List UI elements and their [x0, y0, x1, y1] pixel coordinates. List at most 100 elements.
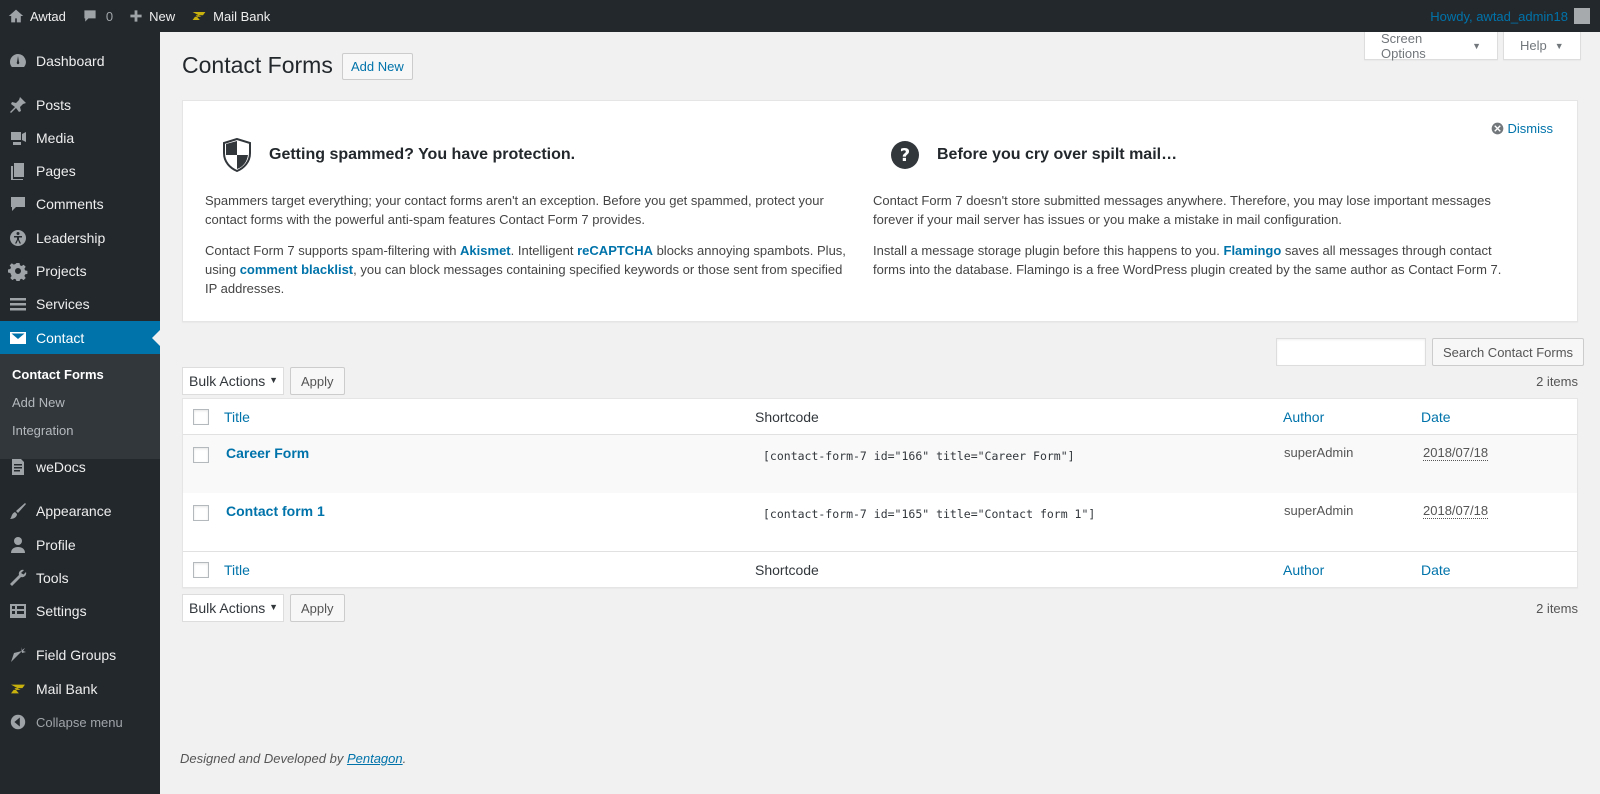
email-icon [10, 332, 26, 344]
select-all-checkbox[interactable] [193, 409, 209, 425]
table-row: Career Form [contact-form-7 id="166" tit… [183, 435, 1577, 493]
form-title-link[interactable]: Career Form [226, 445, 309, 461]
shield-icon [223, 138, 251, 172]
date-column-header[interactable]: Date [1421, 409, 1451, 425]
brush-icon [10, 503, 26, 519]
sidebar-item-label: Collapse menu [36, 714, 123, 730]
add-new-button[interactable]: Add New [342, 53, 413, 80]
search-contact-forms-button[interactable]: Search Contact Forms [1432, 338, 1585, 366]
title-column-header[interactable]: Title [224, 409, 250, 425]
author-column-header[interactable]: Author [1283, 562, 1324, 578]
date-column-header[interactable]: Date [1421, 562, 1451, 578]
help-label: Help [1520, 38, 1547, 53]
gear-icon [8, 263, 28, 281]
dismiss-label: Dismiss [1507, 121, 1554, 136]
sidebar-item-pages[interactable]: Pages [0, 154, 160, 188]
help-button[interactable]: Help ▼ [1503, 32, 1581, 60]
pentagon-link[interactable]: Pentagon [347, 751, 403, 766]
site-name-link[interactable]: Awtad [0, 0, 74, 32]
mail-bank-link[interactable]: Mail Bank [183, 0, 278, 32]
sidebar-item-leadership[interactable]: Leadership [0, 221, 160, 255]
text-fragment: Contact Form 7 supports spam-filtering w… [205, 243, 461, 258]
search-input[interactable] [1276, 338, 1426, 366]
caret-down-icon: ▼ [269, 375, 278, 385]
sidebar-item-profile[interactable]: Profile [0, 528, 160, 562]
items-count: 2 items [1536, 600, 1578, 616]
spam-protection-column: Getting spammed? You have protection. Sp… [205, 135, 855, 310]
row-checkbox[interactable] [193, 447, 209, 463]
dashboard-icon [10, 54, 26, 67]
mailbank-icon [192, 12, 206, 20]
sidebar-item-label: Services [36, 296, 90, 312]
sidebar-item-services[interactable]: Services [0, 287, 160, 321]
sidebar-item-projects[interactable]: Projects [0, 254, 160, 288]
admin-sidebar: Dashboard Posts Media Pages Comments Lea… [0, 32, 160, 794]
my-account-link[interactable]: Howdy, awtad_admin18 [1430, 0, 1590, 32]
footer-text: Designed and Developed by [180, 751, 347, 766]
flamingo-link[interactable]: Flamingo [1224, 243, 1282, 258]
sidebar-item-contact[interactable]: Contact [0, 321, 160, 355]
user-icon [11, 537, 25, 553]
sidebar-item-field-groups[interactable]: Field Groups [0, 638, 160, 672]
sidebar-item-label: Dashboard [36, 53, 105, 69]
title-column-header[interactable]: Title [224, 562, 250, 578]
apply-button[interactable]: Apply [290, 367, 345, 395]
text-fragment: . Intelligent [510, 243, 578, 258]
home-icon [8, 9, 24, 23]
contact-submenu: Contact Forms Add New Integration [0, 354, 160, 459]
sidebar-item-settings[interactable]: Settings [0, 594, 160, 628]
sidebar-item-label: Settings [36, 603, 87, 619]
table-header-row: Title Shortcode Author Date [183, 399, 1577, 435]
form-title-link[interactable]: Contact form 1 [226, 503, 325, 519]
items-count: 2 items [1536, 373, 1578, 389]
recaptcha-link[interactable]: reCAPTCHA [577, 243, 653, 258]
media-icon [11, 132, 26, 145]
sidebar-item-mail-bank[interactable]: Mail Bank [0, 672, 160, 706]
bulk-actions-select[interactable]: Bulk Actions ▼ [182, 594, 284, 622]
new-content-link[interactable]: New [121, 0, 183, 32]
sidebar-item-tools[interactable]: Tools [0, 561, 160, 595]
sidebar-item-dashboard[interactable]: Dashboard [0, 44, 160, 78]
mail-bank-label: Mail Bank [213, 8, 271, 24]
sidebar-item-label: Media [36, 130, 75, 146]
sidebar-item-media[interactable]: Media [0, 121, 160, 155]
submenu-item-add-new[interactable]: Add New [0, 389, 160, 417]
dismiss-button[interactable]: Dismiss [1491, 121, 1554, 136]
main-content: Screen Options ▼ Help ▼ Contact Forms Ad… [160, 30, 1600, 794]
comment-icon [11, 197, 25, 211]
caret-down-icon: ▼ [1554, 40, 1564, 51]
sidebar-item-posts[interactable]: Posts [0, 88, 160, 122]
shortcode-column-header: Shortcode [755, 409, 819, 425]
comments-link[interactable]: 0 [74, 0, 121, 32]
submenu-item-contact-forms[interactable]: Contact Forms [0, 361, 160, 389]
sidebar-item-label: Field Groups [36, 647, 117, 663]
sidebar-item-wedocs[interactable]: weDocs [0, 450, 160, 484]
submenu-item-integration[interactable]: Integration [0, 417, 160, 445]
row-checkbox[interactable] [193, 505, 209, 521]
sidebar-item-label: Contact [36, 330, 85, 346]
collapse-menu-button[interactable]: Collapse menu [0, 705, 160, 739]
akismet-link[interactable]: Akismet [460, 243, 511, 258]
sidebar-item-comments[interactable]: Comments [0, 187, 160, 221]
sidebar-item-label: Appearance [36, 503, 112, 519]
comment-blacklist-link[interactable]: comment blacklist [240, 262, 353, 277]
sidebar-item-label: Projects [36, 263, 87, 279]
text-fragment: Install a message storage plugin before … [873, 243, 1224, 258]
screen-options-button[interactable]: Screen Options ▼ [1364, 30, 1498, 61]
author-column-header[interactable]: Author [1283, 409, 1324, 425]
spilt-mail-paragraph-2: Install a message storage plugin before … [873, 241, 1523, 279]
sidebar-item-label: Pages [36, 163, 76, 179]
bulk-actions-select[interactable]: Bulk Actions ▼ [182, 367, 284, 395]
carrot-icon [11, 647, 26, 662]
apply-button[interactable]: Apply [290, 594, 345, 622]
screen-options-label: Screen Options [1381, 30, 1426, 61]
plus-icon [130, 10, 142, 22]
sidebar-item-appearance[interactable]: Appearance [0, 494, 160, 528]
close-circle-icon [1491, 122, 1503, 135]
document-icon [12, 459, 24, 475]
site-name: Awtad [30, 8, 66, 24]
select-all-checkbox[interactable] [193, 562, 209, 578]
spam-paragraph-2: Contact Form 7 supports spam-filtering w… [205, 241, 855, 298]
sidebar-item-label: Leadership [36, 230, 106, 246]
accessibility-icon [10, 230, 26, 246]
